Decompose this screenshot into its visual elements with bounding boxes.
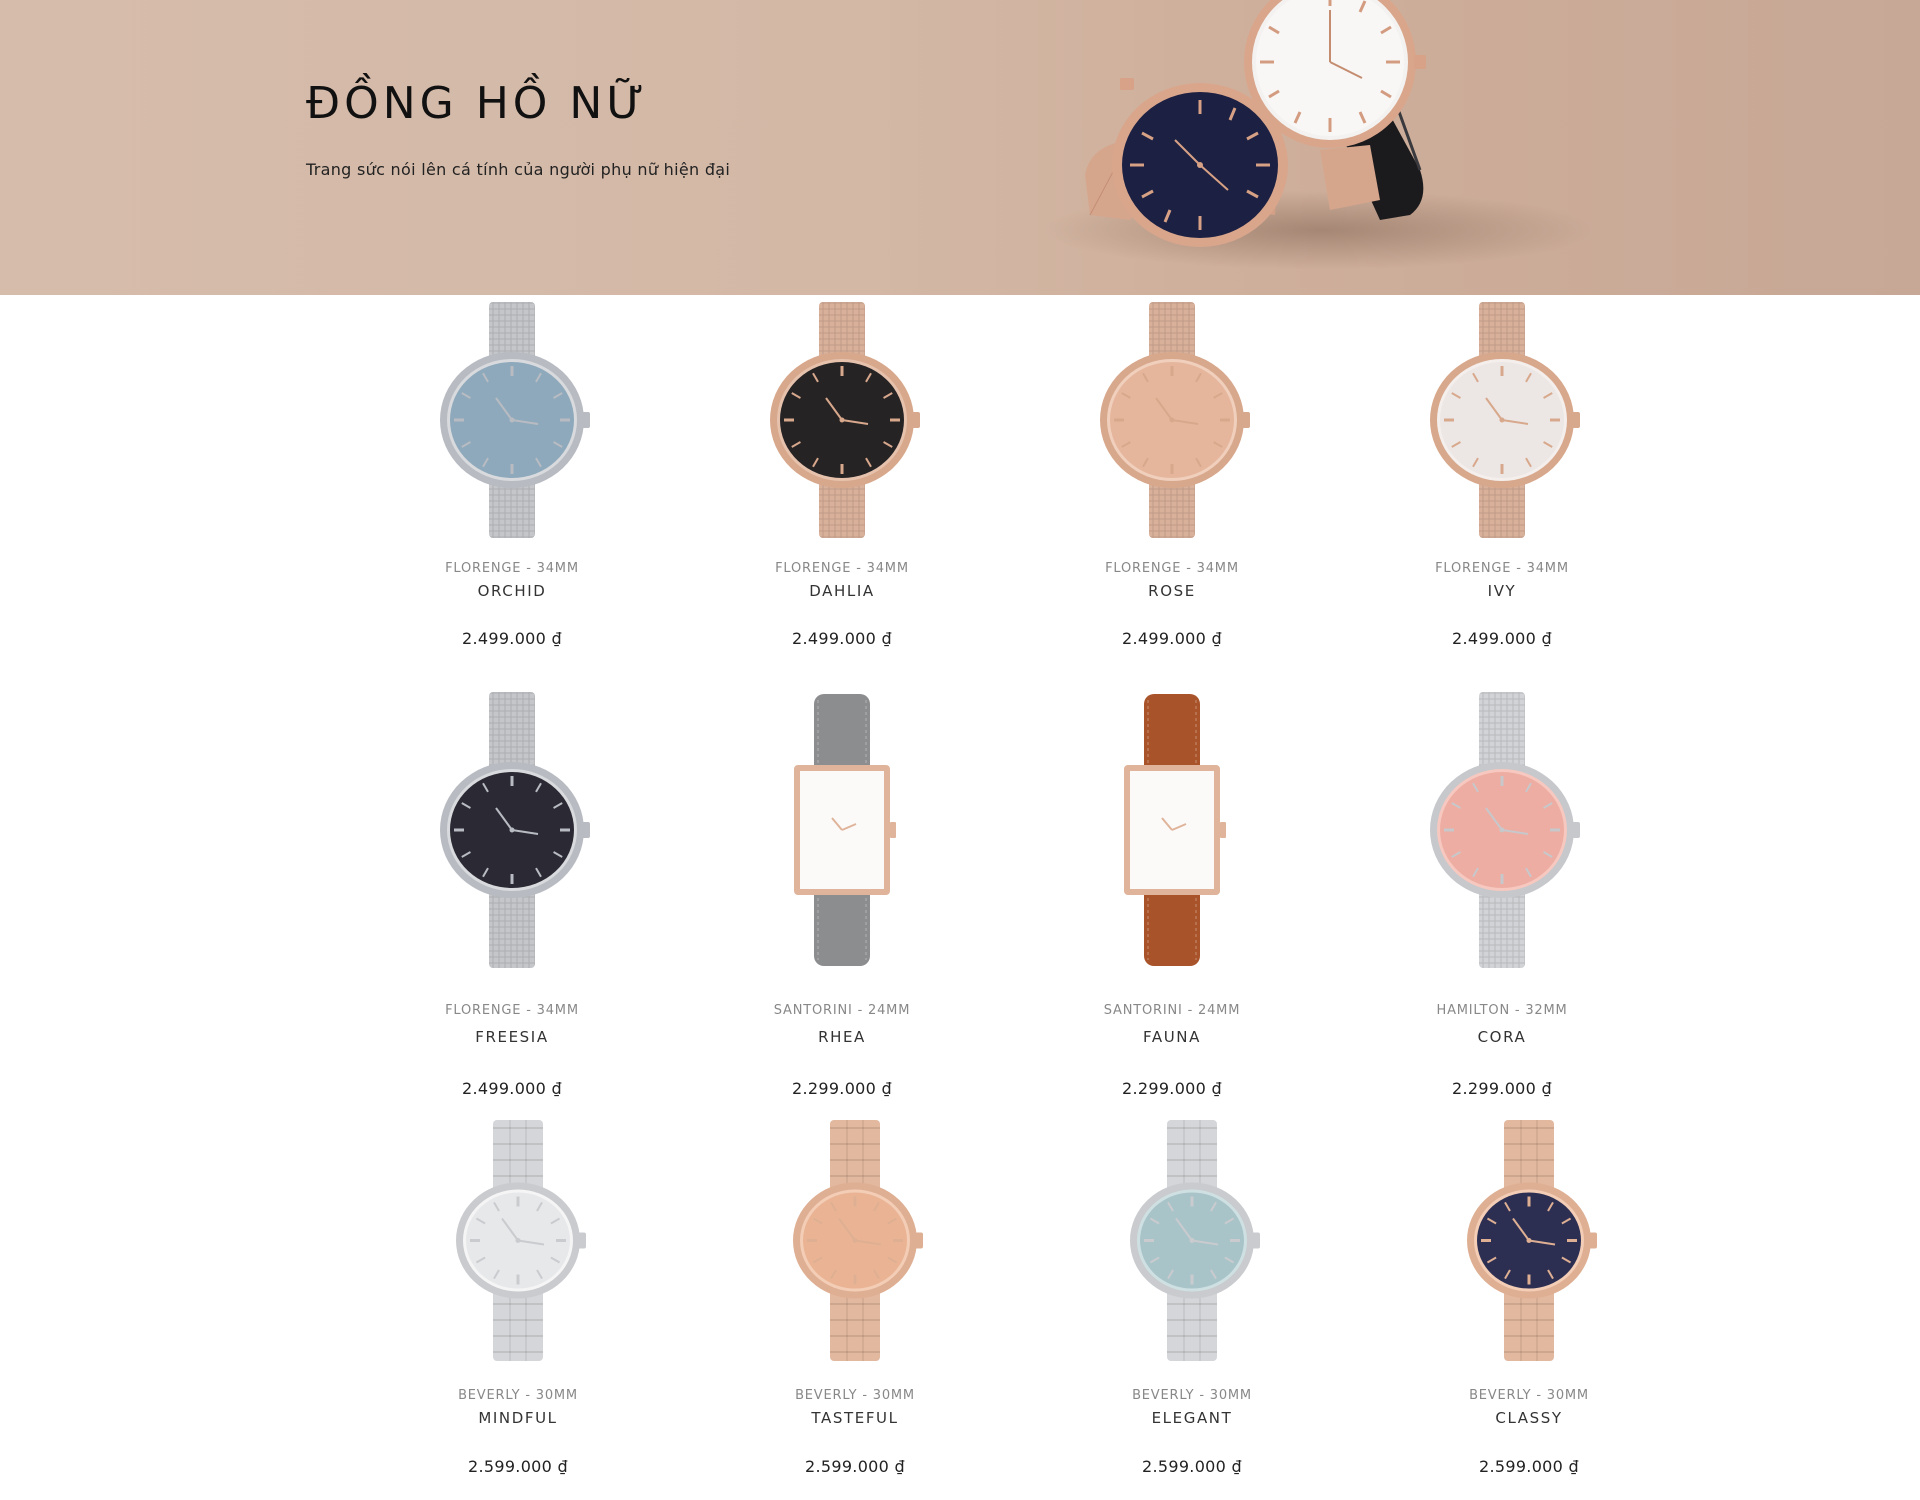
- watch-image[interactable]: [412, 300, 612, 540]
- product-collection: BEVERLY - 30MM: [1469, 1388, 1589, 1403]
- product-name[interactable]: CORA: [1352, 1028, 1652, 1046]
- product-collection: BEVERLY - 30MM: [1132, 1388, 1252, 1403]
- product-collection: SANTORINI - 24MM: [1103, 1003, 1241, 1018]
- product-card[interactable]: BEVERLY - 30MM CLASSY 2.599.000 ₫: [1379, 1118, 1679, 1476]
- product-collection: FLORENGE - 34MM: [445, 1003, 579, 1018]
- watch-image[interactable]: [1072, 690, 1272, 970]
- product-name[interactable]: CLASSY: [1379, 1409, 1679, 1427]
- watch-image[interactable]: [1402, 690, 1602, 970]
- product-price: 2.299.000 ₫: [1452, 1079, 1552, 1098]
- product-collection: SANTORINI - 24MM: [773, 1003, 911, 1018]
- product-card[interactable]: SANTORINI - 24MM RHEA 2.299.000 ₫: [692, 690, 992, 1098]
- product-card[interactable]: FLORENGE - 34MM IVY 2.499.000 ₫: [1352, 300, 1652, 648]
- product-price: 2.599.000 ₫: [805, 1457, 905, 1476]
- product-price: 2.499.000 ₫: [462, 629, 562, 648]
- product-name[interactable]: FREESIA: [362, 1028, 662, 1046]
- product-price: 2.599.000 ₫: [1479, 1457, 1579, 1476]
- product-collection: BEVERLY - 30MM: [795, 1388, 915, 1403]
- watch-image[interactable]: [742, 690, 942, 970]
- product-card[interactable]: FLORENGE - 34MM DAHLIA 2.499.000 ₫: [692, 300, 992, 648]
- product-collection: BEVERLY - 30MM: [458, 1388, 578, 1403]
- watch-image[interactable]: [1402, 300, 1602, 540]
- product-price: 2.499.000 ₫: [792, 629, 892, 648]
- watch-image[interactable]: [755, 1118, 955, 1363]
- hero-banner: ĐỒNG HỒ NỮ Trang sức nói lên cá tính của…: [0, 0, 1920, 295]
- product-card[interactable]: BEVERLY - 30MM MINDFUL 2.599.000 ₫: [368, 1118, 668, 1476]
- product-price: 2.499.000 ₫: [1122, 629, 1222, 648]
- product-collection: FLORENGE - 34MM: [775, 561, 909, 576]
- hero-watch-image: [1085, 0, 1426, 247]
- product-card[interactable]: SANTORINI - 24MM FAUNA 2.299.000 ₫: [1022, 690, 1322, 1098]
- product-name[interactable]: DAHLIA: [692, 582, 992, 600]
- product-collection: HAMILTON - 32MM: [1436, 1003, 1568, 1018]
- product-price: 2.299.000 ₫: [1122, 1079, 1222, 1098]
- product-name[interactable]: ELEGANT: [1042, 1409, 1342, 1427]
- product-name[interactable]: RHEA: [692, 1028, 992, 1046]
- product-price: 2.499.000 ₫: [462, 1079, 562, 1098]
- product-collection: FLORENGE - 34MM: [445, 561, 579, 576]
- product-name[interactable]: ROSE: [1022, 582, 1322, 600]
- product-card[interactable]: FLORENGE - 34MM ROSE 2.499.000 ₫: [1022, 300, 1322, 648]
- watch-image[interactable]: [412, 690, 612, 970]
- watch-image[interactable]: [1429, 1118, 1629, 1363]
- product-collection: FLORENGE - 34MM: [1435, 561, 1569, 576]
- product-price: 2.499.000 ₫: [1452, 629, 1552, 648]
- product-name[interactable]: FAUNA: [1022, 1028, 1322, 1046]
- product-price: 2.599.000 ₫: [1142, 1457, 1242, 1476]
- watch-crown: [890, 822, 896, 838]
- product-name[interactable]: IVY: [1352, 582, 1652, 600]
- product-card[interactable]: FLORENGE - 34MM FREESIA 2.499.000 ₫: [362, 690, 662, 1098]
- product-card[interactable]: FLORENGE - 34MM ORCHID 2.499.000 ₫: [362, 300, 662, 648]
- product-card[interactable]: BEVERLY - 30MM ELEGANT 2.599.000 ₫: [1042, 1118, 1342, 1476]
- product-name[interactable]: MINDFUL: [368, 1409, 668, 1427]
- watch-image[interactable]: [1072, 300, 1272, 540]
- product-price: 2.299.000 ₫: [792, 1079, 892, 1098]
- product-card[interactable]: BEVERLY - 30MM TASTEFUL 2.599.000 ₫: [705, 1118, 1005, 1476]
- watch-image[interactable]: [418, 1118, 618, 1363]
- product-name[interactable]: ORCHID: [362, 582, 662, 600]
- watch-image[interactable]: [742, 300, 942, 540]
- watch-crown: [1220, 822, 1226, 838]
- watch-image[interactable]: [1092, 1118, 1292, 1363]
- product-card[interactable]: HAMILTON - 32MM CORA 2.299.000 ₫: [1352, 690, 1652, 1098]
- page-title: ĐỒNG HỒ NỮ: [306, 78, 649, 129]
- page-subtitle: Trang sức nói lên cá tính của người phụ …: [306, 160, 731, 179]
- product-price: 2.599.000 ₫: [468, 1457, 568, 1476]
- product-collection: FLORENGE - 34MM: [1105, 561, 1239, 576]
- product-name[interactable]: TASTEFUL: [705, 1409, 1005, 1427]
